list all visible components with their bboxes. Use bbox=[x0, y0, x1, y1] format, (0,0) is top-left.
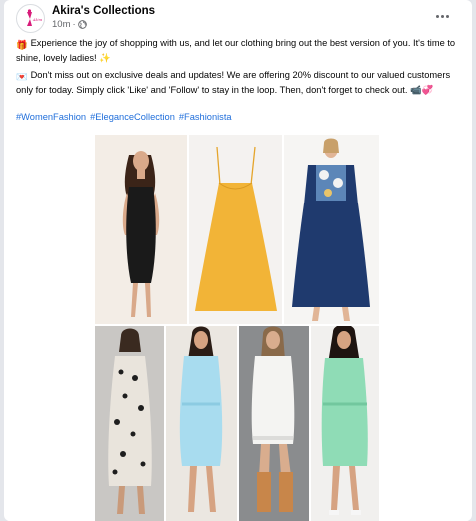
hashtag-women-fashion[interactable]: #WomenFashion bbox=[16, 112, 86, 122]
black-satin-dress-photo[interactable] bbox=[95, 135, 187, 324]
navy-floral-dress-photo[interactable] bbox=[284, 135, 379, 324]
yellow-polka-dot-dress-photo[interactable] bbox=[189, 135, 282, 324]
love-letter-emoji: 💌 bbox=[16, 72, 28, 82]
light-blue-dress-photo[interactable] bbox=[166, 326, 237, 521]
white-lace-dress-photo[interactable] bbox=[239, 326, 309, 521]
hashtags: #WomenFashion #EleganceCollection #Fashi… bbox=[16, 112, 232, 122]
photo-collage bbox=[8, 132, 468, 521]
mint-green-dress-photo[interactable] bbox=[311, 326, 379, 521]
paragraph-2-text: Don't miss out on exclusive deals and up… bbox=[16, 70, 451, 95]
hashtag-fashionista[interactable]: #Fashionista bbox=[179, 112, 232, 122]
post-card: Akira Akira's Collections 10m · 🎁 Experie… bbox=[4, 0, 472, 521]
paragraph-1-text: Experience the joy of shopping with us, … bbox=[16, 38, 456, 63]
akiras-collections-logo-icon: Akira bbox=[26, 8, 42, 26]
avatar[interactable]: Akira bbox=[16, 4, 45, 33]
hashtag-elegance-collection[interactable]: #EleganceCollection bbox=[90, 112, 175, 122]
post-header: Akira Akira's Collections 10m · bbox=[16, 4, 460, 34]
more-options-icon[interactable] bbox=[432, 10, 452, 22]
post-paragraph-2: 💌 Don't miss out on exclusive deals and u… bbox=[16, 69, 460, 97]
leopard-print-dress-photo[interactable] bbox=[95, 326, 164, 521]
meta-separator: · bbox=[72, 19, 76, 30]
gift-emoji: 🎁 bbox=[16, 40, 28, 50]
post-paragraph-1: 🎁 Experience the joy of shopping with us,… bbox=[16, 37, 460, 65]
post-time[interactable]: 10m bbox=[52, 19, 70, 30]
svg-text:Akira: Akira bbox=[32, 18, 42, 22]
post-meta: 10m · bbox=[52, 19, 87, 30]
globe-icon[interactable] bbox=[77, 20, 87, 29]
page-name[interactable]: Akira's Collections bbox=[52, 5, 155, 17]
